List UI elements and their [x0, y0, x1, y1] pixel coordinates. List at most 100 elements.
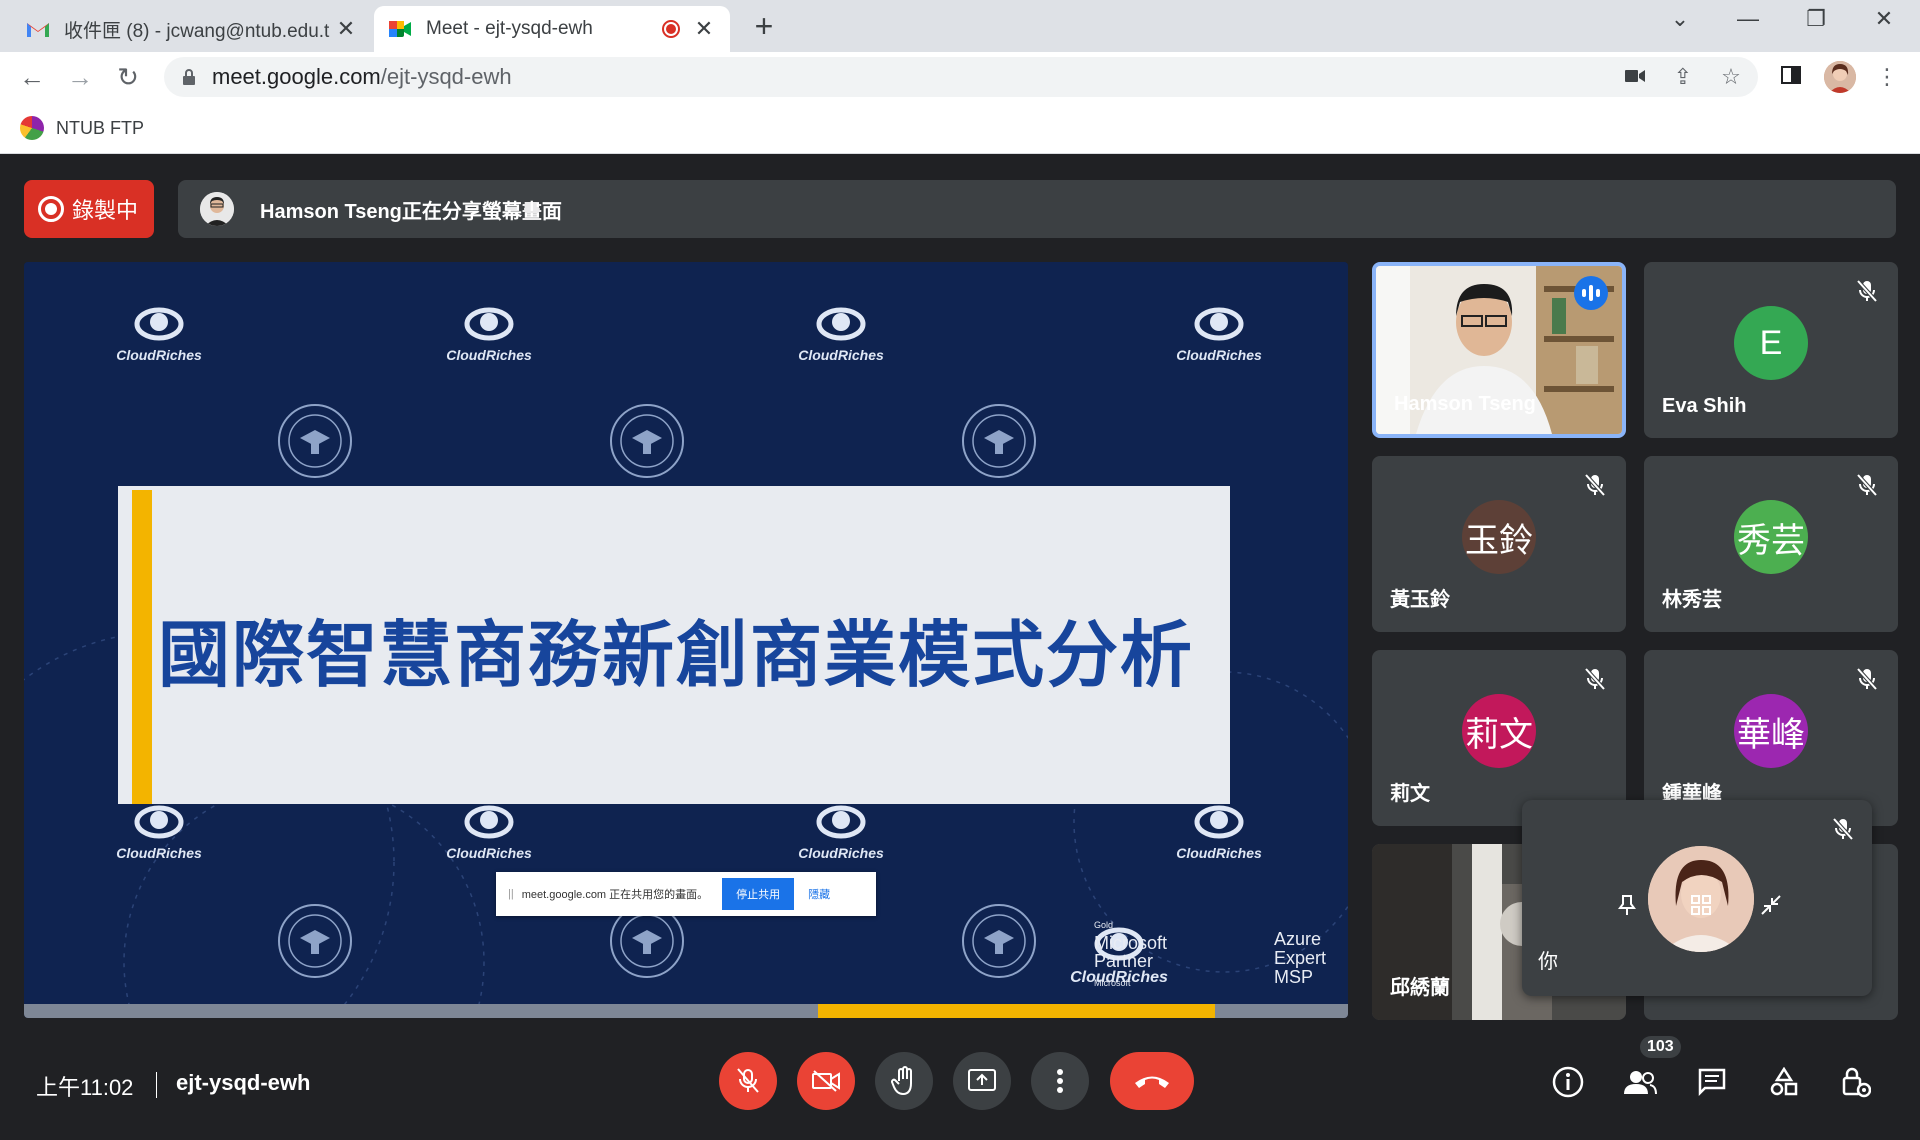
forward-button[interactable]: → [62, 60, 98, 94]
bookmark-ntub-ftp[interactable]: NTUB FTP [20, 116, 144, 140]
participant-tile-huang-yuling[interactable]: 玉鈴 黃玉鈴 [1372, 456, 1626, 632]
share-notice-text: meet.google.com 正在共用您的畫面。 [521, 889, 709, 901]
tab-strip: 收件匣 (8) - jcwang@ntub.edu.t ✕ Meet - ejt… [0, 0, 1920, 52]
participant-name: Eva Shih [1662, 395, 1747, 417]
logo-text: CloudRiches [1176, 347, 1262, 363]
mic-off-icon [1856, 667, 1878, 691]
azure-line1: Azure [1274, 929, 1322, 949]
raise-hand-button[interactable] [875, 1052, 933, 1110]
activities-icon [1770, 1067, 1798, 1096]
reload-button[interactable]: ↻ [110, 60, 146, 94]
close-tab-icon[interactable]: ✕ [692, 16, 716, 42]
close-tab-icon[interactable]: ✕ [334, 16, 358, 42]
participant-avatar: E [1734, 306, 1808, 380]
logo-text: CloudRiches [1176, 845, 1262, 861]
chat-icon [1698, 1068, 1726, 1097]
partner-line1: Microsoft [1094, 933, 1168, 953]
microsoft-wordmark: Microsoft [1094, 978, 1131, 988]
browser-toolbar: ← → ↻ meet.google.com/ejt-ysqd-ewh ⇪ ☆ ⋮ [0, 52, 1920, 102]
participant-avatar: 玉鈴 [1462, 500, 1536, 574]
share-icon[interactable]: ⇪ [1668, 62, 1698, 92]
cloudriches-logo: CloudRiches [434, 804, 544, 861]
mic-off-icon [1584, 473, 1606, 497]
profile-avatar[interactable] [1824, 61, 1856, 93]
presenter-avatar [200, 192, 234, 226]
recording-indicator-icon [662, 20, 680, 38]
participant-tile-eva-shih[interactable]: E Eva Shih [1644, 262, 1898, 438]
recording-badge[interactable]: 錄製中 [24, 180, 154, 238]
mic-off-icon [1832, 817, 1854, 841]
tab-title: 收件匣 (8) - jcwang@ntub.edu.t [64, 20, 330, 42]
new-tab-button[interactable]: + [744, 8, 784, 45]
screen-share-notice: || meet.google.com 正在共用您的畫面。 停止共用 隱藏 [496, 872, 876, 916]
more-options-button[interactable] [1031, 1052, 1089, 1110]
people-button[interactable] [1620, 1062, 1660, 1102]
partner-tier: Gold [1094, 920, 1114, 930]
bookmark-star-icon[interactable]: ☆ [1716, 62, 1746, 92]
hide-notice-button[interactable]: 隱藏 [808, 886, 830, 902]
participant-tile-lin-xiuyun[interactable]: 秀芸 林秀芸 [1644, 456, 1898, 632]
address-bar[interactable]: meet.google.com/ejt-ysqd-ewh [164, 57, 1758, 97]
logo-text: CloudRiches [798, 845, 884, 861]
cloudriches-logo: CloudRiches [1164, 804, 1274, 861]
drag-handle-icon[interactable]: || [508, 888, 514, 900]
logo-text: CloudRiches [116, 845, 202, 861]
cloudriches-logo: CloudRiches [1164, 306, 1274, 363]
back-button[interactable]: ← [14, 60, 50, 94]
camera-off-icon [812, 1070, 840, 1092]
minimize-button[interactable]: — [1728, 6, 1768, 32]
cloudriches-logo: CloudRiches [104, 804, 214, 861]
cloudriches-logo: CloudRiches [786, 306, 896, 363]
recording-label: 錄製中 [72, 198, 139, 223]
hang-up-icon [1135, 1076, 1169, 1088]
more-menu-icon[interactable]: ⋮ [1872, 62, 1902, 92]
layout-grid-icon[interactable] [1686, 890, 1716, 920]
logo-text: CloudRiches [446, 845, 532, 861]
title-accent-bar [132, 490, 152, 804]
bookmarks-bar: NTUB FTP [0, 102, 1920, 154]
self-name: 你 [1538, 951, 1558, 973]
self-view-tile[interactable]: 你 [1522, 800, 1872, 996]
slide-title: 國際智慧商務新創商業模式分析 [158, 616, 1195, 696]
url-path: /ejt-ysqd-ewh [380, 64, 512, 89]
ftp-icon [20, 116, 44, 140]
presenter-banner-text: Hamson Tseng正在分享螢幕畫面 [260, 200, 562, 223]
speaking-indicator-icon [1574, 276, 1608, 310]
tab-meet[interactable]: Meet - ejt-ysqd-ewh ✕ [374, 6, 730, 52]
minimize-self-view-icon[interactable] [1756, 890, 1786, 920]
gmail-icon [27, 23, 49, 37]
participant-avatar: 秀芸 [1734, 500, 1808, 574]
chat-button[interactable] [1692, 1062, 1732, 1102]
tab-search-icon[interactable]: ⌄ [1660, 6, 1700, 32]
participant-name: 林秀芸 [1662, 589, 1722, 611]
lock-icon [183, 69, 195, 85]
close-window-button[interactable]: ✕ [1864, 6, 1904, 32]
stop-sharing-button[interactable]: 停止共用 [722, 878, 795, 910]
activities-button[interactable] [1764, 1062, 1804, 1102]
presenter-banner: Hamson Tseng正在分享螢幕畫面 [178, 180, 1896, 238]
microphone-toggle-button[interactable] [719, 1052, 777, 1110]
university-seal-icon [962, 904, 1036, 978]
camera-toggle-button[interactable] [797, 1052, 855, 1110]
tab-gmail[interactable]: 收件匣 (8) - jcwang@ntub.edu.t ✕ [12, 6, 372, 52]
divider [156, 1072, 157, 1098]
more-vert-icon [1057, 1069, 1063, 1093]
pin-icon[interactable] [1612, 890, 1642, 920]
browser-chrome: 收件匣 (8) - jcwang@ntub.edu.t ✕ Meet - ejt… [0, 0, 1920, 154]
meeting-details-button[interactable] [1548, 1062, 1588, 1102]
tab-title: Meet - ejt-ysqd-ewh [426, 18, 593, 39]
university-seal-icon [610, 404, 684, 478]
camera-in-use-icon[interactable] [1620, 62, 1650, 92]
host-controls-lock-icon [1842, 1067, 1871, 1098]
side-panel-icon[interactable] [1776, 62, 1806, 92]
info-icon [1552, 1066, 1584, 1098]
participant-tile-hamson-tseng[interactable]: Hamson Tseng [1372, 262, 1626, 438]
azure-line2: Expert [1274, 948, 1327, 968]
restore-button[interactable]: ❐ [1796, 6, 1836, 32]
leave-call-button[interactable] [1110, 1052, 1194, 1110]
present-screen-button[interactable] [953, 1052, 1011, 1110]
shared-screen[interactable]: CloudRiches CloudRiches CloudRiches Clou… [24, 262, 1348, 1018]
meet-page: 錄製中 Hamson Tseng正在分享螢幕畫面 CloudRiches Clo… [0, 154, 1920, 1140]
mic-off-icon [1856, 473, 1878, 497]
host-controls-button[interactable] [1836, 1062, 1876, 1102]
